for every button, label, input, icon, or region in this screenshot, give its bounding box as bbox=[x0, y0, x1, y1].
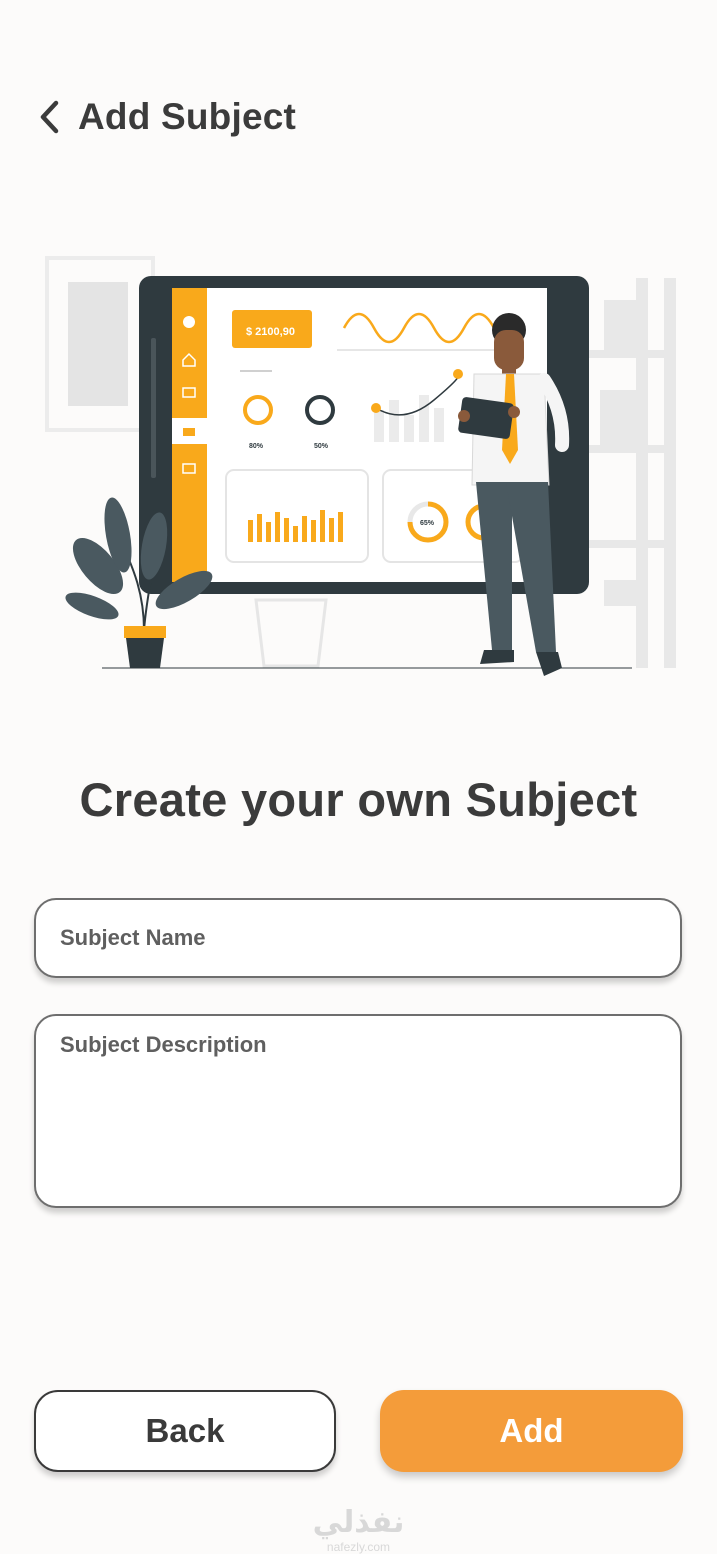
amount-label: $ 2100,90 bbox=[246, 326, 295, 338]
watermark-latin: nafezly.com bbox=[326, 1540, 391, 1554]
ring-pct-1: 80% bbox=[249, 443, 264, 450]
form-title: Create your own Subject bbox=[79, 773, 638, 826]
dashboard-presentation-illustration: $ 2100,90 80% 50% 65% bbox=[44, 250, 680, 690]
add-button[interactable]: Add bbox=[380, 1390, 683, 1472]
subject-description-input[interactable] bbox=[34, 1014, 682, 1208]
back-chevron-icon[interactable] bbox=[38, 97, 66, 137]
donut-label: 65% bbox=[420, 520, 435, 527]
back-button[interactable]: Back bbox=[34, 1390, 336, 1472]
watermark-arabic: نفذلي bbox=[312, 1505, 405, 1540]
app-header: Add Subject bbox=[38, 96, 296, 138]
ring-pct-2: 50% bbox=[314, 443, 329, 450]
subject-name-input[interactable] bbox=[34, 898, 682, 978]
page-title: Add Subject bbox=[78, 96, 297, 137]
watermark: نفذلي nafezly.com bbox=[0, 1508, 717, 1554]
